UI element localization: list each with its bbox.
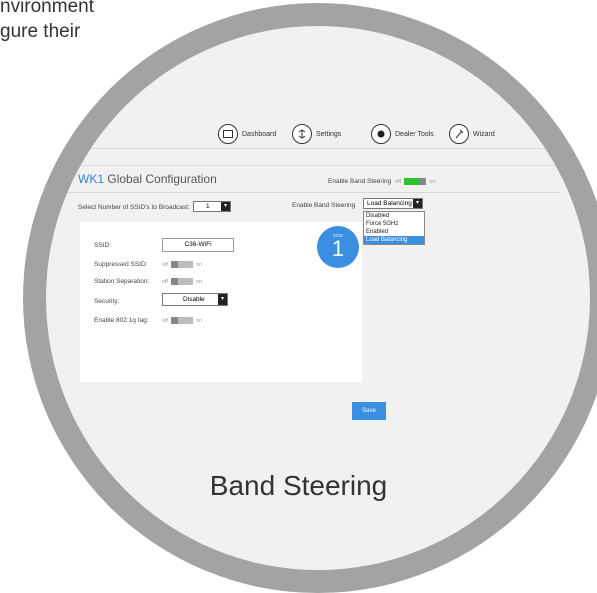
security-value: Disable: [183, 296, 205, 303]
dropdown-option[interactable]: Disabled: [364, 212, 424, 220]
header-divider-bottom: [60, 192, 560, 193]
dealer-tools-icon: [371, 124, 391, 144]
ssid-label: SSID:: [94, 242, 111, 249]
app-screen: Dashboard Settings Dealer Tools Wizard W…: [46, 26, 590, 495]
nav-divider: [60, 148, 560, 149]
toggle-track: [171, 317, 194, 324]
wizard-icon: [449, 124, 469, 144]
nav-settings-label: Settings: [316, 130, 342, 138]
station-separation-label: Station Separation:: [94, 278, 150, 285]
band-steering-value: Load Balancing: [367, 200, 412, 207]
dropdown-option[interactable]: Force 5GHz: [364, 220, 424, 228]
save-button[interactable]: Save: [352, 402, 386, 420]
ssid-badge-label: SSID: [332, 233, 344, 238]
toggle-off-label: off: [162, 278, 169, 285]
band-steering-label: Enable Band Steering: [292, 202, 356, 209]
station-separation-toggle[interactable]: off on: [162, 278, 202, 285]
page-title-prefix: WK1: [78, 172, 105, 186]
toggle-on-label: on: [196, 278, 203, 285]
toggle-track: [171, 261, 194, 268]
header-divider-top: [60, 165, 560, 166]
nav-dashboard[interactable]: Dashboard: [218, 124, 276, 144]
security-select[interactable]: Disable ▾: [162, 293, 228, 306]
toggle-knob: [419, 178, 427, 185]
toggle-knob: [171, 317, 179, 324]
dropdown-option-selected[interactable]: Load Balancing: [364, 236, 424, 244]
band-steering-dropdown: Disabled Force 5GHz Enabled Load Balanci…: [363, 211, 425, 245]
dropdown-option[interactable]: Enabled: [364, 228, 424, 236]
bottom-caption: Band Steering: [209, 470, 388, 501]
ssid-count-select[interactable]: 1 ▾: [193, 201, 231, 212]
vlan-tag-label: Enable 802.1q tag:: [94, 317, 149, 324]
header-band-steering-label: Enable Band Steering: [328, 178, 392, 185]
ssid-count-value: 1: [206, 203, 210, 210]
chevron-down-icon: ▾: [218, 294, 227, 305]
security-label: Security:: [94, 298, 120, 305]
header-band-steering: Enable Band Steering off on: [328, 178, 435, 185]
nav-dealer-tools[interactable]: Dealer Tools: [371, 124, 434, 144]
vlan-tag-toggle[interactable]: off on: [162, 317, 202, 324]
chevron-down-icon: ▾: [413, 199, 422, 208]
ssid-count-label: Select Number of SSID's to Broadcast:: [78, 204, 190, 211]
toggle-off-label: off: [395, 178, 402, 185]
toggle-off-label: off: [162, 317, 169, 324]
settings-icon: [292, 124, 312, 144]
page-title: WK1 Global Configuration: [78, 172, 217, 186]
ssid-input[interactable]: C36-WiFi: [162, 238, 234, 252]
toggle-on-label: on: [429, 178, 436, 185]
nav-settings[interactable]: Settings: [292, 124, 341, 144]
toggle-track: [171, 278, 194, 285]
nav-dealer-tools-label: Dealer Tools: [395, 130, 434, 138]
toggle-on-label: on: [196, 317, 203, 324]
ssid-badge-number: 1: [331, 236, 345, 261]
dashboard-icon: [218, 124, 238, 144]
nav-dashboard-label: Dashboard: [242, 130, 277, 138]
suppressed-ssid-label: Suppressed SSID:: [94, 261, 148, 268]
caption-line-1: nvironment: [0, 0, 94, 17]
page-title-text: Global Configuration: [107, 172, 217, 186]
toggle-off-label: off: [162, 261, 169, 268]
chevron-down-icon: ▾: [221, 202, 230, 211]
nav-wizard[interactable]: Wizard: [449, 124, 495, 144]
ssid-number-badge: SSID 1: [317, 226, 359, 268]
toggle-knob: [171, 278, 179, 285]
band-steering-select[interactable]: Load Balancing ▾: [363, 198, 423, 209]
nav-wizard-label: Wizard: [473, 130, 495, 138]
toggle-knob: [171, 261, 179, 268]
header-band-steering-toggle[interactable]: off on: [395, 178, 435, 185]
toggle-track: [404, 178, 427, 185]
suppressed-ssid-toggle[interactable]: off on: [162, 261, 202, 268]
toggle-on-label: on: [196, 261, 203, 268]
